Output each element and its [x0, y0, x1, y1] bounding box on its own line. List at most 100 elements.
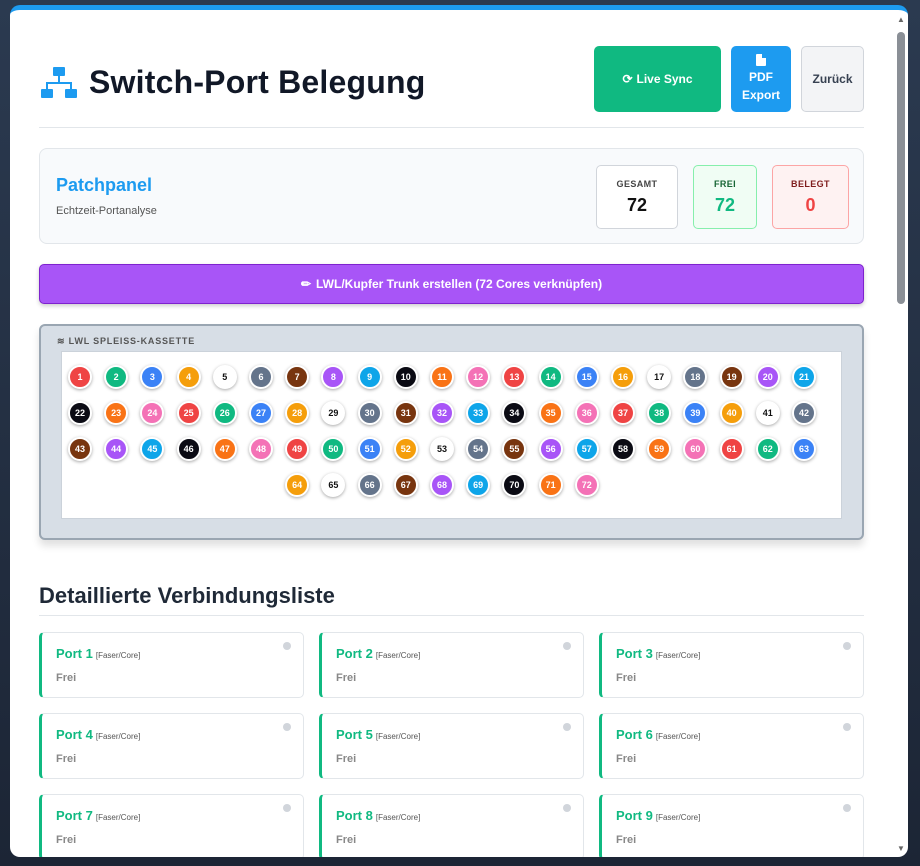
- fiber-port[interactable]: 5: [212, 365, 237, 389]
- fiber-port[interactable]: 67: [393, 473, 418, 497]
- fiber-port[interactable]: 25: [176, 401, 201, 425]
- fiber-port[interactable]: 21: [792, 365, 816, 389]
- fiber-port[interactable]: 38: [647, 401, 672, 425]
- port-card-status: Frei: [336, 834, 357, 846]
- fiber-port[interactable]: 16: [611, 365, 635, 389]
- fiber-port[interactable]: 58: [611, 437, 635, 461]
- create-trunk-button[interactable]: ✏ LWL/Kupfer Trunk erstellen (72 Cores v…: [39, 264, 864, 304]
- fiber-port[interactable]: 20: [755, 365, 780, 389]
- page-title: Switch-Port Belegung: [89, 64, 426, 100]
- fiber-port[interactable]: 11: [430, 365, 454, 389]
- fiber-port[interactable]: 59: [647, 437, 672, 461]
- fiber-port[interactable]: 31: [393, 401, 418, 425]
- fiber-port[interactable]: 37: [611, 401, 635, 425]
- fiber-port[interactable]: 56: [538, 437, 563, 461]
- fiber-port[interactable]: 13: [502, 365, 527, 389]
- status-dot-icon: [283, 804, 291, 812]
- fiber-port[interactable]: 54: [466, 437, 491, 461]
- status-dot-icon: [843, 723, 851, 731]
- fiber-port[interactable]: 52: [393, 437, 418, 461]
- fiber-port[interactable]: 48: [249, 437, 273, 461]
- fiber-port[interactable]: 23: [104, 401, 129, 425]
- fiber-port[interactable]: 70: [502, 473, 527, 497]
- pencil-icon: ✏: [300, 277, 311, 291]
- fiber-port[interactable]: 51: [357, 437, 382, 461]
- fiber-port[interactable]: 64: [285, 473, 310, 497]
- fiber-port[interactable]: 9: [357, 365, 382, 389]
- fiber-port[interactable]: 34: [502, 401, 527, 425]
- fiber-port[interactable]: 50: [321, 437, 346, 461]
- fiber-port[interactable]: 33: [466, 401, 491, 425]
- fiber-port[interactable]: 45: [140, 437, 165, 461]
- fiber-port[interactable]: 1: [68, 365, 92, 389]
- fiber-port[interactable]: 6: [249, 365, 273, 389]
- port-card-tag: [Faser/Core]: [655, 651, 701, 660]
- fiber-port[interactable]: 7: [285, 365, 310, 389]
- port-card[interactable]: Port 6 [Faser/Core] Frei: [599, 713, 864, 779]
- port-card[interactable]: Port 3 [Faser/Core] Frei: [599, 632, 864, 698]
- fiber-port[interactable]: 65: [321, 473, 346, 497]
- fiber-port[interactable]: 40: [719, 401, 744, 425]
- scrollbar-thumb[interactable]: [897, 32, 905, 304]
- fiber-port[interactable]: 8: [321, 365, 346, 389]
- fiber-port[interactable]: 22: [68, 401, 92, 425]
- fiber-port[interactable]: 46: [176, 437, 201, 461]
- fiber-port[interactable]: 62: [755, 437, 780, 461]
- fiber-port[interactable]: 12: [466, 365, 491, 389]
- fiber-port[interactable]: 30: [357, 401, 382, 425]
- fiber-port[interactable]: 68: [430, 473, 454, 497]
- fiber-port[interactable]: 14: [538, 365, 563, 389]
- fiber-port[interactable]: 66: [357, 473, 382, 497]
- fiber-port[interactable]: 4: [176, 365, 201, 389]
- fiber-port[interactable]: 29: [321, 401, 346, 425]
- port-card[interactable]: Port 5 [Faser/Core] Frei: [319, 713, 584, 779]
- fiber-port[interactable]: 28: [285, 401, 310, 425]
- port-card[interactable]: Port 1 [Faser/Core] Frei: [39, 632, 304, 698]
- fiber-port[interactable]: 27: [249, 401, 273, 425]
- port-card[interactable]: Port 2 [Faser/Core] Frei: [319, 632, 584, 698]
- fiber-port[interactable]: 72: [574, 473, 599, 497]
- port-card-title: Port 8 [Faser/Core]: [336, 808, 420, 823]
- network-icon: [41, 66, 77, 98]
- back-button[interactable]: Zurück: [801, 46, 864, 112]
- fiber-port[interactable]: 53: [430, 437, 454, 461]
- fiber-port[interactable]: 44: [104, 437, 129, 461]
- port-card-tag: [Faser/Core]: [655, 813, 701, 822]
- fiber-port[interactable]: 55: [502, 437, 527, 461]
- fiber-port[interactable]: 2: [104, 365, 129, 389]
- fiber-port[interactable]: 3: [140, 365, 165, 389]
- port-card-status: Frei: [336, 672, 357, 684]
- scroll-up-arrow[interactable]: ▲: [897, 16, 905, 24]
- port-card-tag: [Faser/Core]: [655, 732, 701, 741]
- fiber-port[interactable]: 15: [574, 365, 599, 389]
- fiber-port[interactable]: 32: [430, 401, 454, 425]
- fiber-port[interactable]: 18: [683, 365, 708, 389]
- fiber-port[interactable]: 42: [792, 401, 816, 425]
- fiber-port[interactable]: 35: [538, 401, 563, 425]
- fiber-port[interactable]: 26: [212, 401, 237, 425]
- fiber-port[interactable]: 36: [574, 401, 599, 425]
- live-sync-button[interactable]: ⟳ Live Sync: [594, 46, 721, 112]
- fiber-port[interactable]: 19: [719, 365, 744, 389]
- fiber-port[interactable]: 17: [647, 365, 672, 389]
- fiber-port[interactable]: 24: [140, 401, 165, 425]
- port-card[interactable]: Port 4 [Faser/Core] Frei: [39, 713, 304, 779]
- fiber-port[interactable]: 63: [792, 437, 816, 461]
- fiber-port[interactable]: 60: [683, 437, 708, 461]
- fiber-port[interactable]: 69: [466, 473, 491, 497]
- port-card[interactable]: Port 8 [Faser/Core] Frei: [319, 794, 584, 857]
- fiber-port[interactable]: 49: [285, 437, 310, 461]
- port-card[interactable]: Port 9 [Faser/Core] Frei: [599, 794, 864, 857]
- fiber-port[interactable]: 39: [683, 401, 708, 425]
- scroll-down-arrow[interactable]: ▼: [897, 845, 905, 853]
- fiber-port[interactable]: 57: [574, 437, 599, 461]
- port-card-label: Port 8: [336, 808, 373, 823]
- fiber-port[interactable]: 10: [393, 365, 418, 389]
- fiber-port[interactable]: 47: [212, 437, 237, 461]
- pdf-export-button[interactable]: PDF Export: [731, 46, 791, 112]
- fiber-port[interactable]: 41: [755, 401, 780, 425]
- port-card[interactable]: Port 7 [Faser/Core] Frei: [39, 794, 304, 857]
- fiber-port[interactable]: 71: [538, 473, 563, 497]
- fiber-port[interactable]: 61: [719, 437, 744, 461]
- fiber-port[interactable]: 43: [68, 437, 92, 461]
